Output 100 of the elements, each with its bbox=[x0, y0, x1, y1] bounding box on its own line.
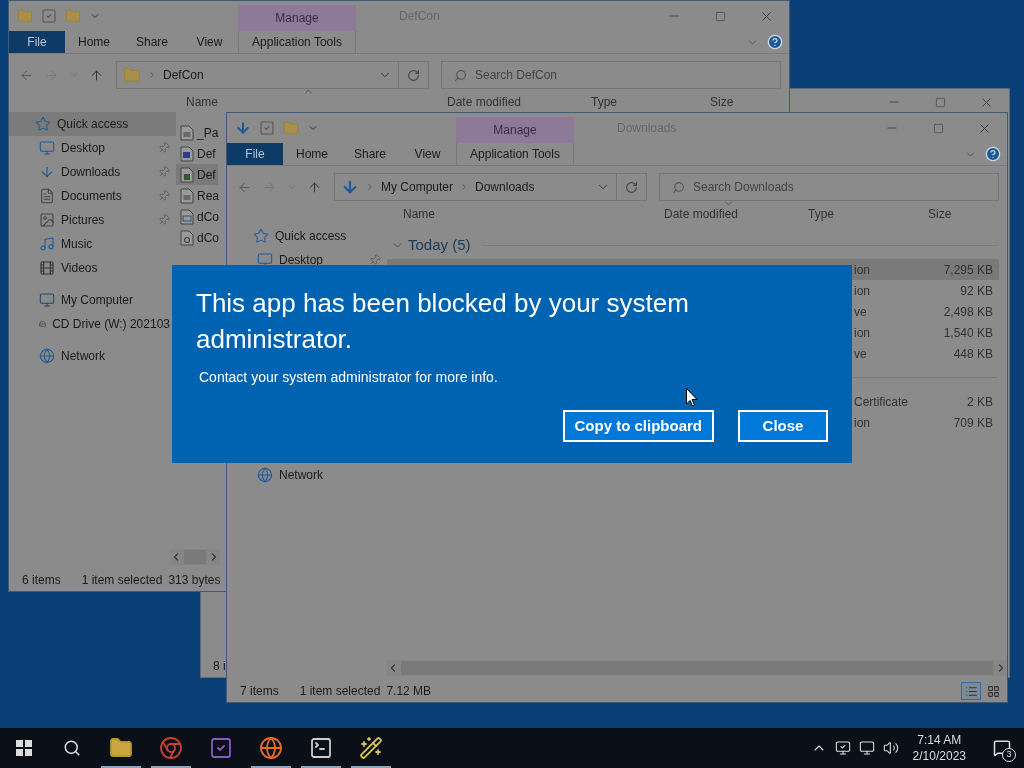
nav-item[interactable]: CD Drive (W:) 202103 bbox=[9, 312, 176, 336]
search-field[interactable]: Search DefCon bbox=[441, 61, 781, 89]
help-icon[interactable] bbox=[767, 34, 783, 50]
horizontal-scrollbar[interactable] bbox=[387, 660, 1007, 676]
column-header[interactable]: Type bbox=[808, 207, 834, 221]
status-text: 8 i bbox=[213, 658, 226, 675]
file-size: 448 KB bbox=[953, 345, 994, 363]
file-type: ion bbox=[854, 282, 870, 300]
nav-item[interactable]: Desktop bbox=[9, 136, 176, 160]
file-name: Def bbox=[197, 166, 216, 184]
file-row[interactable]: dCo bbox=[176, 206, 221, 227]
document-icon bbox=[39, 188, 55, 204]
nav-item[interactable]: My Computer bbox=[9, 288, 176, 312]
clock-date[interactable]: 2/10/2023 bbox=[912, 748, 966, 764]
column-header[interactable]: Name bbox=[186, 95, 218, 109]
breadcrumb[interactable]: My Computer bbox=[381, 178, 454, 196]
file-type: ion bbox=[854, 261, 870, 279]
column-header[interactable]: Date modified bbox=[447, 95, 522, 109]
ribbon-tab[interactable]: View bbox=[399, 143, 456, 165]
large-icons-icon bbox=[986, 684, 1000, 698]
status-text: 6 items bbox=[22, 572, 61, 589]
nav-label: Documents bbox=[61, 188, 122, 205]
file-type: Certificate bbox=[854, 393, 909, 411]
nav-item[interactable]: Downloads bbox=[9, 160, 176, 184]
file-size: 7,295 KB bbox=[943, 261, 994, 279]
file-size: 1,540 KB bbox=[943, 324, 994, 342]
nav-item[interactable]: Pictures bbox=[9, 208, 176, 232]
address-bar[interactable]: DefCon bbox=[116, 61, 399, 89]
file-name: dCo bbox=[197, 208, 219, 226]
file-row[interactable]: Rea bbox=[176, 185, 221, 206]
volume-icon bbox=[882, 740, 899, 756]
back-icon bbox=[19, 67, 34, 83]
ribbon-tab[interactable]: Share bbox=[123, 31, 181, 53]
nav-label: Quick access bbox=[275, 228, 347, 245]
maximize-icon bbox=[934, 96, 946, 108]
clock-time[interactable]: 7:14 AM bbox=[917, 732, 962, 748]
document-icon bbox=[180, 124, 194, 141]
notifications-icon bbox=[993, 739, 1011, 757]
folder-icon bbox=[283, 120, 299, 136]
maximize-icon bbox=[932, 122, 944, 134]
column-header[interactable]: Name bbox=[403, 207, 435, 221]
running-indicator bbox=[301, 766, 341, 768]
ribbon-tab[interactable]: File bbox=[227, 143, 283, 165]
properties-icon bbox=[259, 120, 275, 136]
ribbon-tab[interactable]: Application Tools bbox=[238, 31, 356, 53]
terminal-icon bbox=[309, 736, 333, 760]
network-icon bbox=[858, 740, 875, 756]
ribbon-tab[interactable]: Application Tools bbox=[456, 143, 574, 165]
file-row[interactable]: Def bbox=[176, 164, 218, 185]
help-icon[interactable] bbox=[985, 146, 1001, 162]
file-size: 2,498 KB bbox=[943, 303, 994, 321]
maximize-icon bbox=[714, 10, 726, 22]
column-header[interactable]: Size bbox=[928, 207, 952, 221]
ribbon-tab[interactable]: Home bbox=[65, 31, 123, 53]
dialog-button[interactable]: Close bbox=[738, 410, 828, 442]
nav-item[interactable]: Network bbox=[227, 463, 387, 487]
column-header[interactable]: Type bbox=[591, 95, 617, 109]
windows-logo-icon bbox=[16, 740, 32, 756]
file-row[interactable]: dCo bbox=[176, 227, 221, 248]
search-field[interactable]: Search Downloads bbox=[659, 173, 999, 201]
folder-icon bbox=[65, 8, 81, 24]
file-row[interactable]: Def bbox=[176, 143, 218, 164]
ribbon-tab[interactable]: View bbox=[181, 31, 238, 53]
file-row[interactable]: _Pa bbox=[176, 122, 221, 143]
column-header[interactable]: Date modified bbox=[664, 207, 739, 221]
nav-label: Network bbox=[279, 467, 323, 484]
dialog-button[interactable]: Copy to clipboard bbox=[562, 410, 714, 442]
file-type: ion bbox=[854, 324, 870, 342]
search-icon bbox=[63, 739, 81, 757]
download-arrow-icon bbox=[235, 120, 251, 136]
running-indicator bbox=[101, 766, 141, 768]
nav-item[interactable]: Quick access bbox=[227, 224, 387, 248]
running-indicator bbox=[151, 766, 191, 768]
details-icon bbox=[964, 684, 978, 698]
details-view-button[interactable] bbox=[961, 682, 981, 700]
breadcrumb[interactable]: Downloads bbox=[475, 178, 535, 196]
up-icon bbox=[89, 67, 104, 83]
notifications-button[interactable]: 3 bbox=[980, 728, 1024, 768]
ribbon-tab[interactable]: Home bbox=[283, 143, 341, 165]
magic-wand-icon bbox=[359, 736, 383, 760]
address-bar[interactable]: My Computer Downloads bbox=[334, 173, 617, 201]
nav-label: Network bbox=[61, 348, 105, 365]
group-header[interactable]: Today (5) bbox=[408, 234, 471, 257]
picture-icon bbox=[39, 212, 55, 228]
refresh-icon bbox=[625, 180, 638, 194]
nav-item[interactable]: Quick access bbox=[9, 112, 176, 136]
ribbon-tab[interactable]: Share bbox=[341, 143, 399, 165]
dialog-message: Contact your system administrator for more info. bbox=[198, 368, 499, 387]
status-text: 7.12 MB bbox=[386, 683, 432, 700]
breadcrumb[interactable]: DefCon bbox=[163, 66, 204, 84]
horizontal-scrollbar[interactable] bbox=[170, 549, 220, 565]
column-header[interactable]: Size bbox=[710, 95, 734, 109]
ribbon-tab[interactable]: File bbox=[9, 31, 65, 53]
nav-item[interactable]: Music bbox=[9, 232, 176, 256]
nav-item[interactable]: Network bbox=[9, 344, 176, 368]
nav-label: My Computer bbox=[61, 292, 134, 309]
context-tab-header: Manage bbox=[456, 117, 574, 143]
nav-item[interactable]: Videos bbox=[9, 256, 176, 280]
nav-item[interactable]: Documents bbox=[9, 184, 176, 208]
computer-icon bbox=[39, 292, 55, 308]
